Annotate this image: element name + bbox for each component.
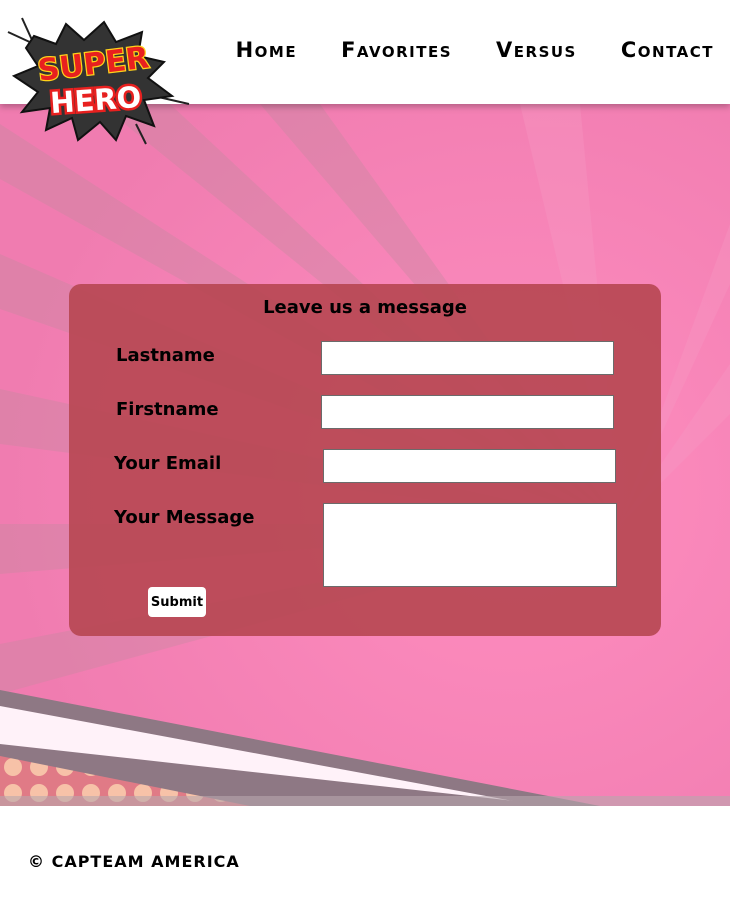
copyright-text: © CAPTEAM AMERICA	[28, 852, 240, 871]
site-footer: © CAPTEAM AMERICA	[0, 806, 730, 911]
logo-burst-icon: SUPER HERO	[7, 17, 190, 145]
email-label: Your Email	[114, 453, 222, 474]
logo-hero-text: HERO	[49, 80, 142, 120]
nav-home-link[interactable]: Home	[236, 38, 298, 62]
submit-button[interactable]: Submit	[148, 587, 206, 617]
form-title: Leave us a message	[263, 297, 467, 318]
email-input[interactable]	[323, 449, 616, 483]
message-label: Your Message	[114, 507, 255, 528]
firstname-label: Firstname	[116, 399, 219, 420]
firstname-input[interactable]	[321, 395, 614, 429]
nav-favorites-link[interactable]: Favorites	[341, 38, 452, 62]
super-hero-logo[interactable]: SUPER HERO	[4, 14, 194, 149]
nav-contact-link[interactable]: Contact	[621, 38, 714, 62]
lastname-input[interactable]	[321, 341, 614, 375]
message-textarea[interactable]	[323, 503, 617, 587]
lastname-label: Lastname	[116, 345, 215, 366]
contact-form: Leave us a message Lastname Firstname Yo…	[69, 284, 661, 636]
nav-versus-link[interactable]: Versus	[496, 38, 577, 62]
main-nav: Home Favorites Versus Contact	[236, 38, 714, 62]
